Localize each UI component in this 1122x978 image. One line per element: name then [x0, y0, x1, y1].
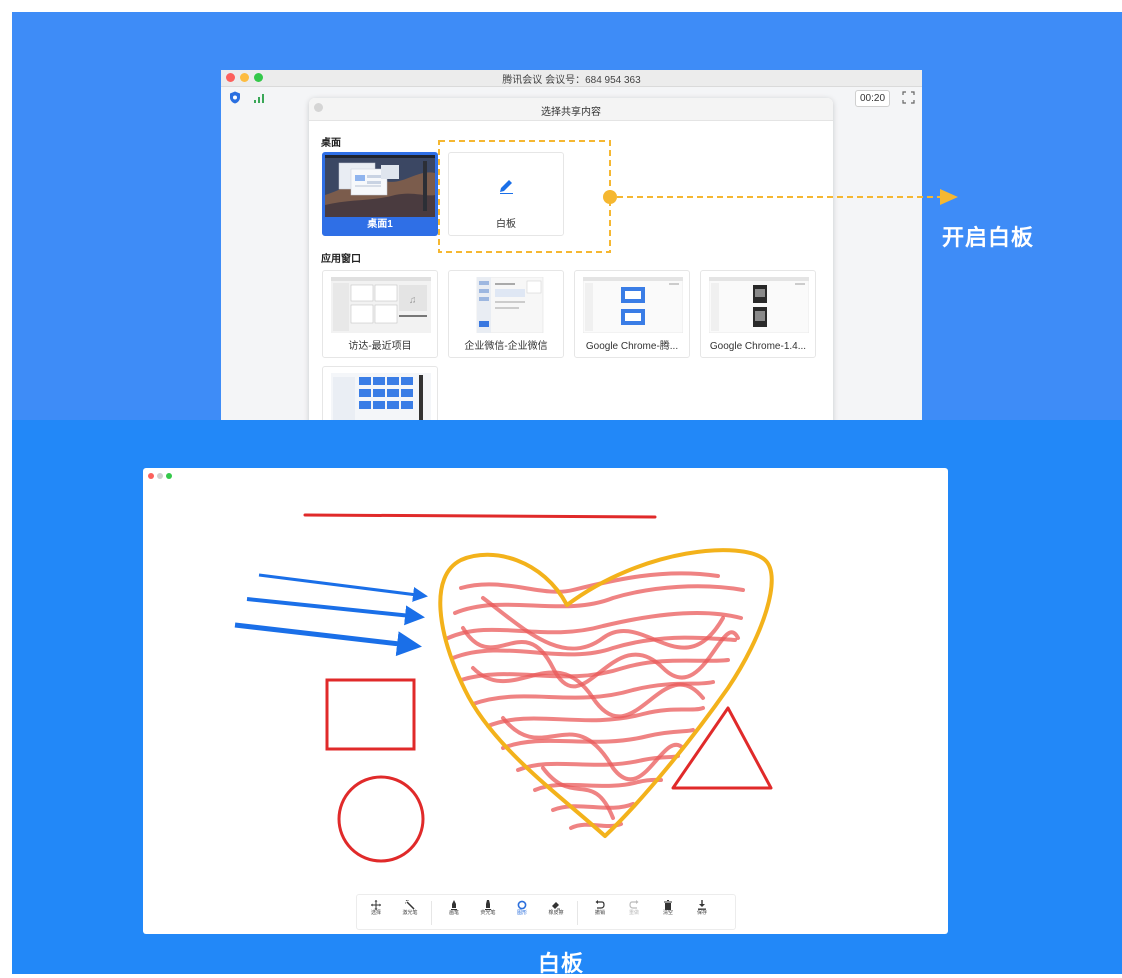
download-icon [698, 900, 706, 910]
shape-tool[interactable]: 图形 [507, 898, 537, 928]
pen-tool-label: 画笔 [448, 910, 459, 916]
laser-pointer-tool[interactable]: 激光笔 [395, 898, 425, 928]
eraser-label: 橡皮擦 [548, 910, 564, 916]
undo-button[interactable]: 撤销 [585, 898, 615, 928]
shape-tool-label: 图形 [516, 910, 527, 916]
redo-label: 重做 [628, 910, 639, 916]
red-triangle [671, 706, 773, 790]
toolbar-divider [431, 901, 432, 925]
heart-scribble [446, 571, 745, 830]
yellow-heart [438, 548, 774, 838]
circle-shape-icon [517, 900, 527, 910]
laser-pointer-icon [405, 900, 415, 910]
highlighter-label: 荧光笔 [480, 910, 496, 916]
clear-label: 清空 [662, 910, 673, 916]
blue-arrow [234, 622, 422, 657]
trash-icon [664, 900, 672, 910]
whiteboard-window: 选择 激光笔 画笔 荧光笔 图形 橡皮擦 撤销 重做 清空 保存 [143, 468, 948, 934]
select-tool-label: 选择 [370, 910, 381, 916]
eraser-tool[interactable]: 橡皮擦 [541, 898, 571, 928]
whiteboard-canvas[interactable] [143, 468, 948, 934]
red-circle [337, 775, 425, 863]
pen-tool-icon [451, 900, 457, 910]
annotation-overlay [438, 140, 958, 253]
move-icon [371, 900, 381, 910]
whiteboard-caption: 白板 [537, 951, 584, 976]
clear-button[interactable]: 清空 [653, 898, 683, 928]
eraser-icon [552, 902, 560, 910]
highlighter-tool[interactable]: 荧光笔 [473, 898, 503, 928]
red-line [303, 513, 657, 519]
select-tool[interactable]: 选择 [361, 898, 391, 928]
red-rectangle [325, 678, 416, 751]
save-button[interactable]: 保存 [687, 898, 717, 928]
redo-button[interactable]: 重做 [619, 898, 649, 928]
redo-icon [629, 900, 639, 909]
highlighter-icon [485, 900, 491, 910]
open-whiteboard-label: 开启白板 [942, 225, 1035, 250]
undo-label: 撤销 [594, 910, 605, 916]
blue-arrow [246, 597, 425, 626]
toolbar-divider [577, 901, 578, 925]
laser-pointer-label: 激光笔 [402, 910, 418, 916]
whiteboard-toolbar: 选择 激光笔 画笔 荧光笔 图形 橡皮擦 撤销 重做 清空 保存 [356, 894, 736, 930]
undo-icon [595, 900, 605, 909]
blue-arrow [258, 573, 428, 602]
annotation-dot [603, 190, 617, 204]
annotation-arrowhead [940, 189, 958, 205]
pen-tool[interactable]: 画笔 [439, 898, 469, 928]
whiteboard-highlight-box [438, 140, 611, 253]
save-label: 保存 [696, 910, 707, 916]
